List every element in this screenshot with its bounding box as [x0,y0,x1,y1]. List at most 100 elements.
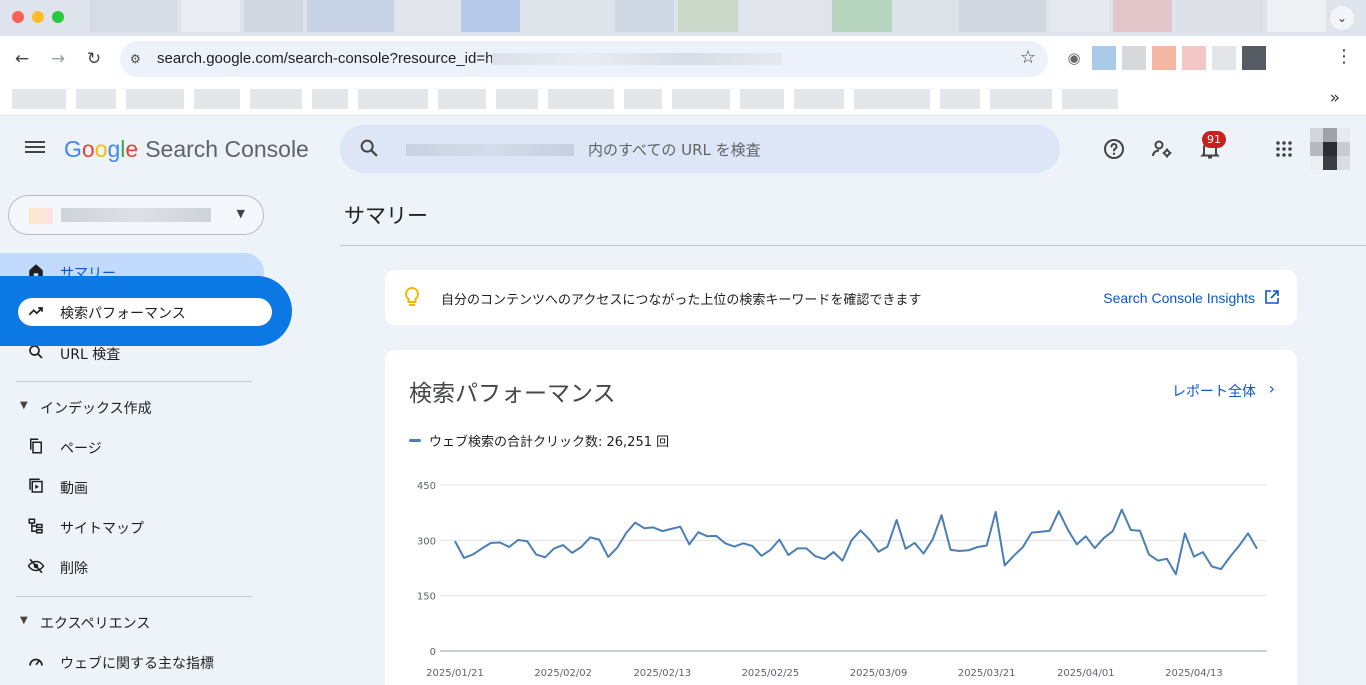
bookmark-item[interactable] [194,89,240,109]
bookmark-item[interactable] [438,89,486,109]
sidebar-section-index[interactable]: ▼ インデックス作成 [0,393,264,423]
minimize-window-button[interactable] [32,11,44,23]
close-window-button[interactable] [12,11,24,23]
extension-icon[interactable] [1152,46,1176,70]
extension-icon[interactable] [1212,46,1236,70]
chevron-right-icon[interactable]: › [1269,379,1275,398]
browser-tab[interactable] [180,0,240,32]
bookmark-item[interactable] [358,89,428,109]
bookmark-item[interactable] [740,89,784,109]
sidebar-item-pages[interactable]: ページ [0,428,264,466]
avatar-pixel [1310,128,1324,142]
open-in-new-icon[interactable] [1265,290,1279,304]
apps-icon[interactable] [1272,137,1296,161]
browser-menu-icon[interactable]: ⋮ [1334,46,1354,67]
trending-up-icon [26,302,46,322]
site-info-icon[interactable]: ⚙ [130,51,146,67]
sidebar-item-label: 削除 [60,561,88,577]
sidebar-item-videos[interactable]: 動画 [0,468,264,506]
avatar-pixel [1323,128,1337,142]
bookmark-item[interactable] [250,89,302,109]
more-bookmarks-icon[interactable]: » [1330,88,1340,108]
bookmark-item[interactable] [854,89,930,109]
browser-tab[interactable] [1175,0,1263,32]
browser-tab[interactable] [307,0,394,32]
browser-tab[interactable] [461,0,521,32]
browser-tab[interactable] [958,0,1046,32]
sidebar-section-experience[interactable]: ▼ エクスペリエンス [0,608,264,638]
browser-tab[interactable] [524,0,612,32]
bookmark-item[interactable] [496,89,538,109]
search-console-insights-link[interactable]: Search Console Insights [1103,290,1255,306]
speed-gauge-icon [26,652,46,672]
page-title: サマリー [344,204,428,228]
extension-icon[interactable] [1122,46,1146,70]
browser-tab[interactable] [832,0,892,32]
bookmark-item[interactable] [76,89,116,109]
avatar-pixel [1310,142,1324,156]
browser-tab[interactable] [398,0,458,32]
sidebar-item-label: 検索パフォーマンス [60,306,186,322]
extension-icon[interactable] [1182,46,1206,70]
browser-tabs-strip[interactable] [90,0,1330,32]
browser-tab[interactable] [741,0,829,32]
help-icon[interactable] [1102,137,1126,161]
title-divider [340,245,1366,246]
browser-tab[interactable] [1112,0,1172,32]
bookmark-item[interactable] [1062,89,1118,109]
url-inspection-search[interactable]: 内のすべての URL を検査 [340,125,1060,173]
extension-icon[interactable] [1092,46,1116,70]
search-console-logo[interactable]: Google Search Console [64,136,309,163]
sidebar-item-performance[interactable]: 検索パフォーマンス [0,293,264,331]
video-icon [26,477,46,497]
forward-icon[interactable]: → [46,47,70,71]
pages-icon [26,437,46,457]
sidebar-item-label: ページ [60,441,102,457]
x-tick-label: 2025/03/09 [850,668,908,679]
main-menu-icon[interactable] [24,138,46,160]
bookmark-item[interactable] [990,89,1052,109]
url-text: search.google.com/search-console?resourc… [157,50,494,67]
browser-tab-bar: ⌄ [0,0,1366,36]
bookmark-item[interactable] [312,89,348,109]
full-report-link[interactable]: レポート全体 [1172,381,1256,401]
x-tick-label: 2025/02/02 [534,668,592,679]
x-tick-label: 2025/01/21 [426,668,484,679]
browser-tab[interactable] [1266,0,1326,32]
bookmark-item[interactable] [548,89,614,109]
browser-tab[interactable] [615,0,675,32]
browser-tab[interactable] [678,0,738,32]
back-icon[interactable]: ← [10,47,34,71]
bookmark-item[interactable] [126,89,184,109]
sidebar-divider [16,381,252,382]
browser-tab[interactable] [1049,0,1109,32]
bookmark-item[interactable] [624,89,662,109]
browser-tab[interactable] [895,0,955,32]
property-selector[interactable]: ▼ [8,195,264,235]
clicks-line-chart: 0 150 300 450 2025/01/21 2025/02/02 2025/02/13… [417,481,1267,679]
avatar-pixel [1323,142,1337,156]
browser-tab[interactable] [244,0,304,32]
search-icon [26,343,46,363]
maximize-window-button[interactable] [52,11,64,23]
sidebar-divider [16,596,252,597]
bookmark-item[interactable] [940,89,980,109]
bookmark-item[interactable] [672,89,730,109]
sidebar-item-core-web-vitals[interactable]: ウェブに関する主な指標 [0,643,264,681]
browser-tab[interactable] [90,0,177,32]
reload-icon[interactable]: ↻ [82,47,106,71]
y-tick-label: 150 [417,592,436,603]
bookmarks-list [12,89,1118,109]
sidebar-item-sitemaps[interactable]: サイトマップ [0,508,264,546]
manage-accounts-icon[interactable] [1150,137,1174,161]
account-avatar[interactable] [1310,128,1350,170]
address-bar[interactable]: ⚙ search.google.com/search-console?resou… [120,41,1048,77]
y-tick-label: 0 [430,647,436,658]
bookmark-item[interactable] [794,89,844,109]
bookmark-item[interactable] [12,89,66,109]
extension-icon[interactable] [1242,46,1266,70]
camera-icon[interactable]: ◉ [1062,46,1086,70]
tab-search-icon[interactable]: ⌄ [1330,6,1354,30]
sidebar-item-removals[interactable]: 削除 [0,548,264,586]
bookmark-star-icon[interactable]: ☆ [1020,47,1036,68]
